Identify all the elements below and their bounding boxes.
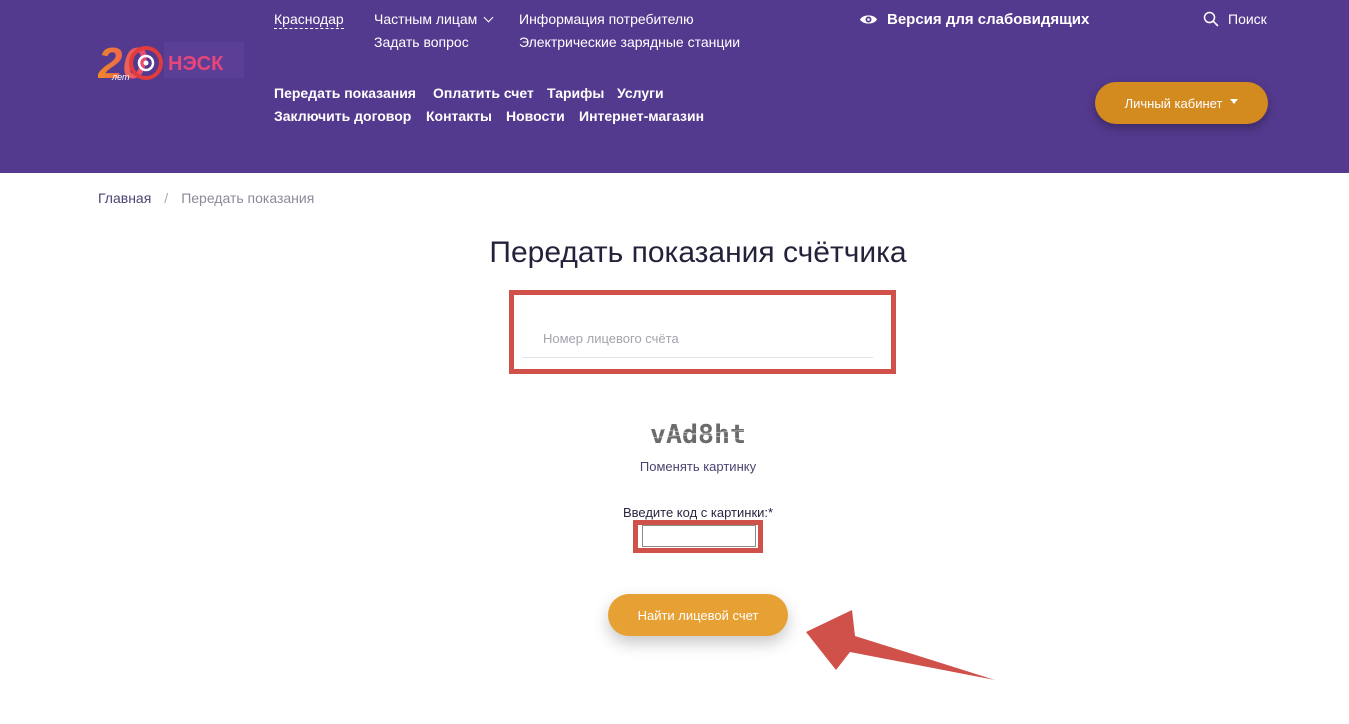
logo-subtitle: лет [112, 72, 130, 82]
breadcrumb-home[interactable]: Главная [98, 190, 151, 206]
logo-brand: НЭСК [168, 53, 224, 75]
search-label: Поиск [1228, 11, 1267, 27]
account-number-input[interactable] [523, 320, 873, 358]
nav-services[interactable]: Услуги [617, 85, 664, 101]
site-header: 20 НЭСК лет Краснодар Частным лицам Зада… [0, 0, 1349, 173]
chevron-down-icon [483, 12, 494, 23]
captcha-text: vAd8ht [650, 420, 746, 450]
breadcrumb-separator: / [164, 190, 169, 206]
captcha-code-label: Введите код с картинки:* [622, 505, 774, 520]
nav-contacts[interactable]: Контакты [426, 108, 492, 124]
nav-submit-readings[interactable]: Передать показания [274, 85, 416, 101]
page-title: Передать показания счётчика [489, 236, 907, 269]
private-persons-menu[interactable]: Частным лицам [374, 11, 494, 27]
search-icon [1203, 11, 1219, 27]
captcha-code-input[interactable] [642, 525, 756, 547]
nav-shop[interactable]: Интернет-магазин [579, 108, 704, 124]
personal-cabinet-button[interactable]: Личный кабинет [1095, 82, 1268, 124]
nav-pay-bill[interactable]: Оплатить счет [433, 85, 534, 101]
ask-question-link[interactable]: Задать вопрос [374, 34, 469, 50]
city-selector[interactable]: Краснодар [274, 11, 344, 29]
search-link[interactable]: Поиск [1203, 11, 1267, 27]
change-captcha-link[interactable]: Поменять картинку [0, 459, 1349, 474]
nav-tariffs[interactable]: Тарифы [547, 85, 604, 101]
caret-down-icon [1230, 98, 1239, 104]
breadcrumb: Главная / Передать показания [98, 190, 314, 206]
breadcrumb-current: Передать показания [181, 190, 315, 206]
accessibility-version-link[interactable]: Версия для слабовидящих [859, 11, 1089, 28]
nav-news[interactable]: Новости [506, 108, 565, 124]
consumer-info-link[interactable]: Информация потребителю [519, 11, 694, 27]
charging-stations-link[interactable]: Электрические зарядные станции [519, 34, 740, 50]
personal-cabinet-label: Личный кабинет [1124, 95, 1223, 111]
eye-icon [860, 15, 877, 24]
private-persons-label: Частным лицам [374, 11, 478, 27]
annotation-arrow-icon [806, 610, 995, 680]
nav-contract[interactable]: Заключить договор [274, 108, 411, 124]
find-account-button[interactable]: Найти лицевой счет [608, 594, 788, 636]
captcha-image: vAd8ht [648, 420, 748, 450]
accessibility-label: Версия для слабовидящих [887, 11, 1090, 28]
